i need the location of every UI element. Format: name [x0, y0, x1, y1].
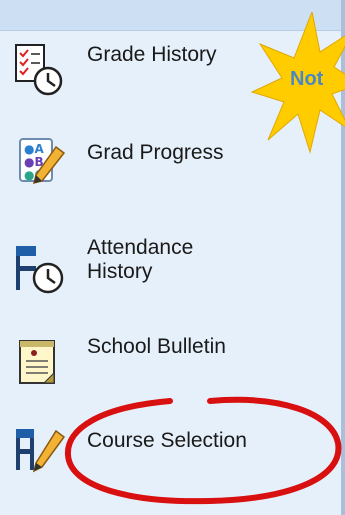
menu-item-label: Attendance History: [87, 236, 194, 283]
svg-text:●B: ●B: [24, 155, 44, 169]
menu-item-label: Grade History: [87, 43, 217, 66]
highlight-circle-annotation: [64, 396, 342, 505]
menu-item-attendance-history[interactable]: Attendance History: [0, 230, 330, 300]
attendance-history-icon: [16, 246, 64, 294]
grade-history-icon: [15, 44, 63, 96]
menu-item-label: School Bulletin: [87, 335, 226, 358]
menu-item-label: Grad Progress: [87, 141, 224, 164]
starburst-text: Not: [290, 68, 324, 90]
grad-progress-icon: ●A ●B ●C: [19, 138, 66, 185]
school-bulletin-icon: [19, 340, 55, 384]
nav-panel: Grade History ●A ●B ●C Grad Progress Att…: [0, 0, 345, 515]
svg-text:●A: ●A: [24, 142, 44, 156]
menu-item-school-bulletin[interactable]: School Bulletin: [0, 325, 330, 395]
